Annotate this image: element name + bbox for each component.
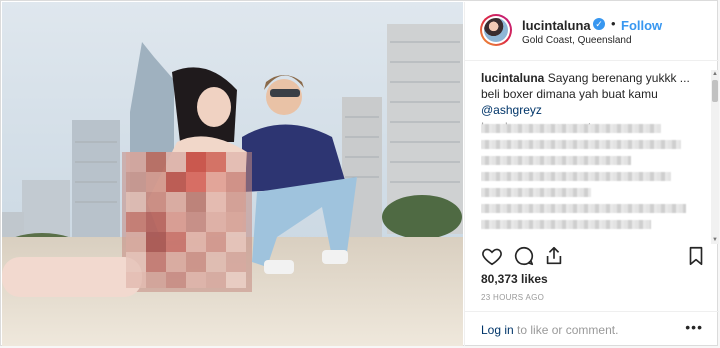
bookmark-icon[interactable] bbox=[685, 245, 707, 272]
username-link[interactable]: lucintaluna bbox=[522, 18, 591, 33]
like-count[interactable]: 80,373 likes bbox=[481, 272, 548, 286]
comment-icon[interactable] bbox=[513, 245, 535, 272]
blurred-comment bbox=[481, 156, 631, 165]
caption-mention-link[interactable]: @ashgreyz bbox=[481, 103, 542, 117]
avatar[interactable] bbox=[480, 14, 512, 46]
scroll-up-arrow-icon[interactable]: ▲ bbox=[711, 70, 719, 78]
beach-photo-illustration bbox=[2, 2, 463, 346]
share-icon[interactable] bbox=[543, 245, 565, 272]
login-prompt-text: to like or comment. bbox=[513, 323, 619, 337]
blurred-comment bbox=[481, 124, 661, 133]
verified-badge-icon: ✓ bbox=[593, 18, 605, 30]
post-footer: Log in to like or comment. ••• bbox=[465, 311, 719, 347]
heart-icon[interactable] bbox=[481, 245, 503, 272]
comments-area: lucintaluna Sayang berenang yukkk ... be… bbox=[481, 70, 707, 240]
instagram-post-embed: lucintaluna ✓ • Follow Gold Coast, Queen… bbox=[0, 0, 719, 347]
blurred-comment bbox=[481, 140, 681, 149]
blurred-comment bbox=[481, 220, 651, 229]
post-header: lucintaluna ✓ • Follow Gold Coast, Queen… bbox=[465, 2, 719, 61]
blurred-comment bbox=[481, 204, 686, 213]
separator-dot: • bbox=[611, 16, 616, 31]
scroll-down-arrow-icon[interactable]: ▼ bbox=[711, 236, 719, 244]
action-bar bbox=[481, 245, 707, 269]
more-options-icon[interactable]: ••• bbox=[685, 319, 703, 335]
follow-button[interactable]: Follow bbox=[621, 18, 662, 33]
scrollbar-thumb[interactable] bbox=[712, 80, 718, 102]
login-prompt: Log in to like or comment. bbox=[481, 323, 618, 337]
login-link[interactable]: Log in bbox=[481, 323, 514, 337]
blurred-comment bbox=[481, 188, 591, 197]
post-timestamp[interactable]: 23 HOURS AGO bbox=[481, 293, 544, 302]
caption: lucintaluna Sayang berenang yukkk ... be… bbox=[481, 70, 707, 118]
comments-scrollbar[interactable]: ▲ ▼ bbox=[711, 70, 719, 244]
blurred-comment bbox=[481, 172, 671, 181]
location-link[interactable]: Gold Coast, Queensland bbox=[522, 35, 632, 46]
post-photo[interactable] bbox=[2, 2, 463, 346]
post-sidebar: lucintaluna ✓ • Follow Gold Coast, Queen… bbox=[464, 2, 719, 347]
caption-username[interactable]: lucintaluna bbox=[481, 71, 544, 85]
